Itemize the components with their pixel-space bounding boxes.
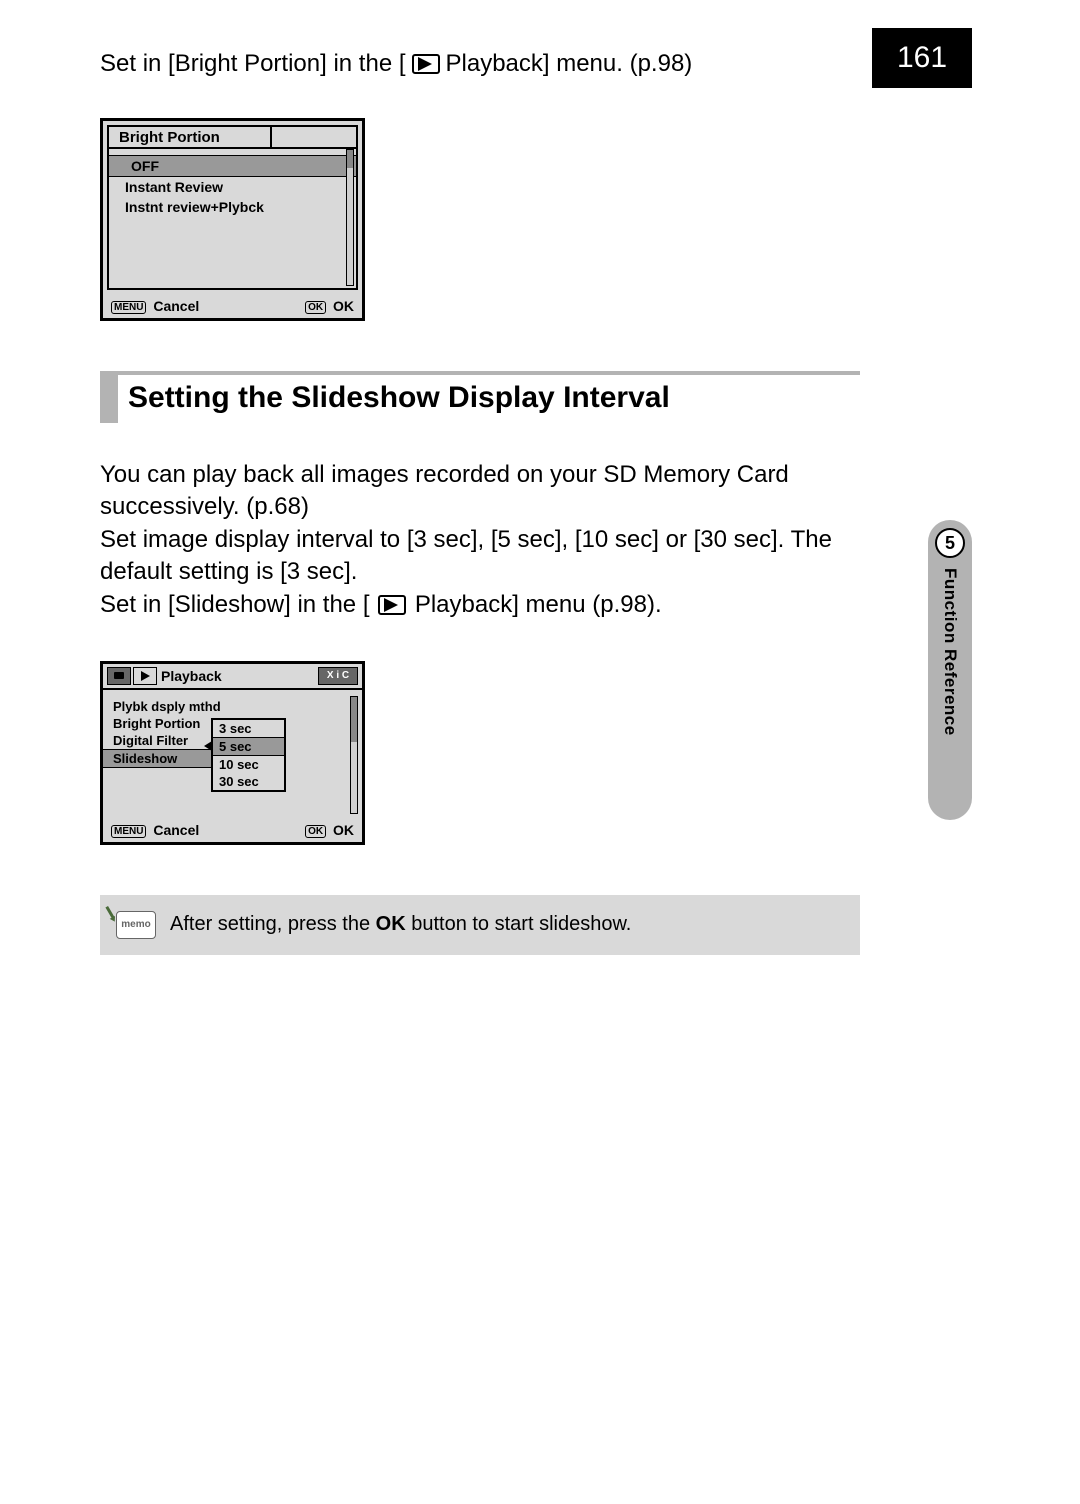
screen2-right-icons[interactable]: X i C	[318, 667, 358, 685]
screen2-header: Playback X i C	[103, 664, 362, 690]
screen1-title-tab: Bright Portion	[107, 125, 272, 147]
memo-text: After setting, press the OK button to st…	[170, 913, 631, 936]
heading-bar	[100, 375, 118, 423]
option-30sec[interactable]: 30 sec	[213, 773, 284, 790]
memo-box: memo After setting, press the OK button …	[100, 895, 860, 955]
screen1-scrollbar[interactable]	[346, 149, 354, 286]
body-p1: You can play back all images recorded on…	[100, 459, 860, 524]
memo-icon: memo	[108, 903, 158, 945]
side-tab: 5 Function Reference	[928, 520, 972, 820]
body-text: You can play back all images recorded on…	[100, 459, 860, 621]
slideshow-interval-dropdown[interactable]: 3 sec 5 sec 10 sec 30 sec	[211, 718, 286, 792]
menu-item-plybk-dsply[interactable]: Plybk dsply mthd	[113, 698, 352, 715]
screen-bright-portion: Bright Portion OFF Instant Review Instnt…	[100, 118, 365, 321]
page-number: 161	[872, 28, 972, 88]
ok-button-icon: OK	[305, 301, 326, 314]
option-5sec[interactable]: 5 sec	[213, 737, 284, 756]
option-10sec[interactable]: 10 sec	[213, 756, 284, 773]
playback-tab-icon[interactable]	[133, 667, 157, 685]
intro-after: Playback] menu. (p.98)	[446, 50, 693, 78]
intro-text: Set in [Bright Portion] in the [ Playbac…	[100, 50, 860, 78]
menu-item-slideshow[interactable]: Slideshow	[103, 749, 228, 768]
menu-button-icon: MENU	[111, 825, 146, 838]
playback-icon	[378, 595, 406, 615]
screen2-scrollbar[interactable]	[350, 696, 358, 814]
playback-icon	[412, 54, 440, 74]
menu-button-icon: MENU	[111, 301, 146, 314]
page-content: Set in [Bright Portion] in the [ Playbac…	[100, 50, 860, 955]
option-3sec[interactable]: 3 sec	[213, 720, 284, 737]
screen1-option-off[interactable]: OFF	[109, 155, 356, 177]
screen2-header-label: Playback	[161, 668, 316, 684]
screen1-option-instant-review[interactable]: Instant Review	[119, 177, 346, 197]
section-title: Setting the Slideshow Display Interval	[128, 375, 670, 423]
section-heading: Setting the Slideshow Display Interval	[100, 371, 860, 423]
screen2-ok[interactable]: OK OK	[305, 822, 354, 838]
screen1-option-instant-review-playback[interactable]: Instnt review+Plybck	[119, 197, 346, 217]
screen1-ok[interactable]: OK OK	[305, 298, 354, 314]
body-p2: Set image display interval to [3 sec], […	[100, 524, 860, 589]
camera-tab-icon[interactable]	[107, 667, 131, 685]
screen1-menu-cancel[interactable]: MENU Cancel	[111, 298, 199, 314]
intro-before: Set in [Bright Portion] in the [	[100, 50, 406, 78]
body-p3: Set in [Slideshow] in the [ Playback] me…	[100, 589, 860, 621]
chapter-label: Function Reference	[940, 568, 960, 736]
chapter-number-badge: 5	[935, 528, 965, 558]
screen-playback-menu: Playback X i C Plybk dsply mthd Bright P…	[100, 661, 365, 845]
ok-bold: OK	[376, 913, 406, 935]
ok-button-icon: OK	[305, 825, 326, 838]
screen2-menu-cancel[interactable]: MENU Cancel	[111, 822, 199, 838]
